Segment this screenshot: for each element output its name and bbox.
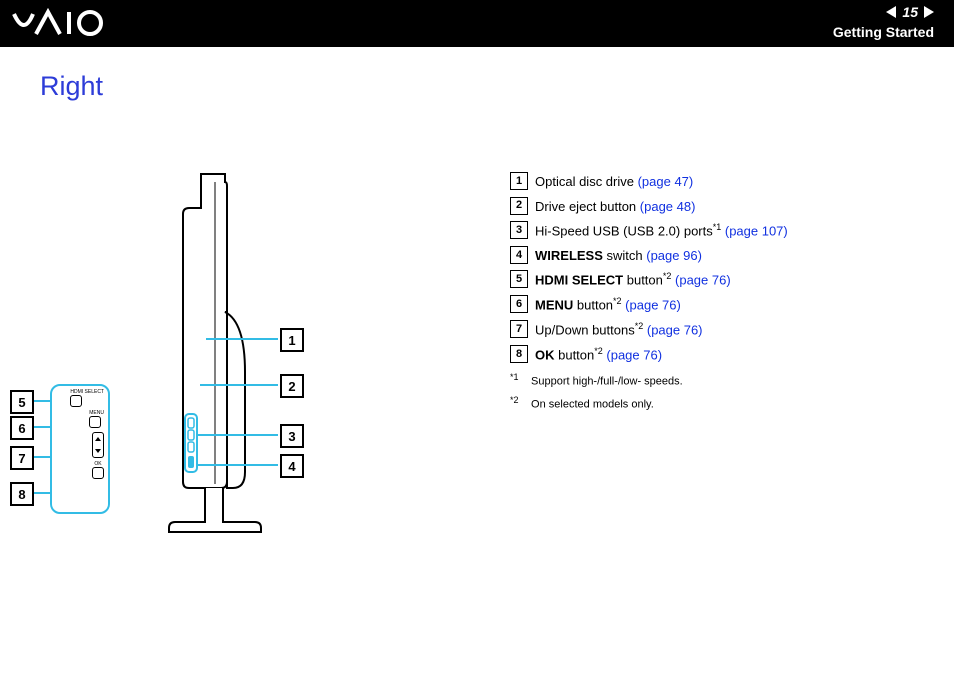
menu-button-icon xyxy=(89,416,101,428)
section-title: Getting Started xyxy=(833,24,934,40)
legend-number-box: 6 xyxy=(510,295,528,313)
page-link[interactable]: (page 76) xyxy=(603,347,662,362)
callout-8: 8 xyxy=(10,482,34,506)
callout-3: 3 xyxy=(280,424,304,448)
legend-text: MENU button*2 (page 76) xyxy=(535,295,681,315)
legend-text: Optical disc drive (page 47) xyxy=(535,172,693,192)
page-number: 15 xyxy=(902,4,918,20)
legend-row: 2 Drive eject button (page 48) xyxy=(510,197,788,217)
legend-number-box: 3 xyxy=(510,221,528,239)
footnote: *2 On selected models only. xyxy=(510,394,788,413)
page-link[interactable]: (page 76) xyxy=(643,322,702,337)
vaio-logo xyxy=(12,8,132,40)
legend-number-box: 2 xyxy=(510,197,528,215)
page-nav: 15 xyxy=(886,4,934,20)
footnote: *1 Support high-/full-/low- speeds. xyxy=(510,371,788,390)
page-link[interactable]: (page 96) xyxy=(646,248,702,263)
legend-row: 1 Optical disc drive (page 47) xyxy=(510,172,788,192)
legend: 1 Optical disc drive (page 47) 2 Drive ejec… xyxy=(510,172,788,413)
callout-7: 7 xyxy=(10,446,34,470)
legend-number-box: 5 xyxy=(510,270,528,288)
legend-number-box: 4 xyxy=(510,246,528,264)
legend-row: 7 Up/Down buttons*2 (page 76) xyxy=(510,320,788,340)
hdmi-select-button-icon xyxy=(70,395,82,407)
next-page-icon[interactable] xyxy=(924,6,934,18)
page-link[interactable]: (page 76) xyxy=(671,273,730,288)
page-header: 15 Getting Started xyxy=(0,0,954,47)
lead-2 xyxy=(200,384,278,386)
page-link[interactable]: (page 47) xyxy=(638,174,694,189)
hdmi-select-label: HDMI SELECT xyxy=(70,390,104,395)
prev-page-icon[interactable] xyxy=(886,6,896,18)
callout-6: 6 xyxy=(10,416,34,440)
ok-button-icon xyxy=(92,467,104,479)
lead-4 xyxy=(198,464,278,466)
legend-number-box: 1 xyxy=(510,172,528,190)
menu-label: MENU xyxy=(89,411,104,416)
legend-row: 3 Hi-Speed USB (USB 2.0) ports*1 (page 10… xyxy=(510,221,788,241)
page-title: Right xyxy=(40,71,954,102)
legend-text: Hi-Speed USB (USB 2.0) ports*1 (page 107… xyxy=(535,221,788,241)
legend-text: OK button*2 (page 76) xyxy=(535,345,662,365)
callout-4: 4 xyxy=(280,454,304,478)
legend-text: WIRELESS switch (page 96) xyxy=(535,246,702,266)
page-link[interactable]: (page 107) xyxy=(721,223,788,238)
button-panel-detail: HDMI SELECT MENU OK xyxy=(50,384,110,514)
callout-2: 2 xyxy=(280,374,304,398)
up-down-button-icon xyxy=(92,432,104,458)
legend-row: 5 HDMI SELECT button*2 (page 76) xyxy=(510,270,788,290)
lead-1 xyxy=(206,338,278,340)
legend-text: Drive eject button (page 48) xyxy=(535,197,695,217)
legend-row: 8 OK button*2 (page 76) xyxy=(510,345,788,365)
callout-1: 1 xyxy=(280,328,304,352)
page-link[interactable]: (page 76) xyxy=(622,297,681,312)
legend-number-box: 7 xyxy=(510,320,528,338)
callout-5: 5 xyxy=(10,390,34,414)
legend-number-box: 8 xyxy=(510,345,528,363)
device-side-view xyxy=(155,172,265,552)
legend-row: 6 MENU button*2 (page 76) xyxy=(510,295,788,315)
legend-text: Up/Down buttons*2 (page 76) xyxy=(535,320,703,340)
legend-text: HDMI SELECT button*2 (page 76) xyxy=(535,270,731,290)
legend-row: 4 WIRELESS switch (page 96) xyxy=(510,246,788,266)
page-link[interactable]: (page 48) xyxy=(640,199,696,214)
lead-3 xyxy=(198,434,278,436)
